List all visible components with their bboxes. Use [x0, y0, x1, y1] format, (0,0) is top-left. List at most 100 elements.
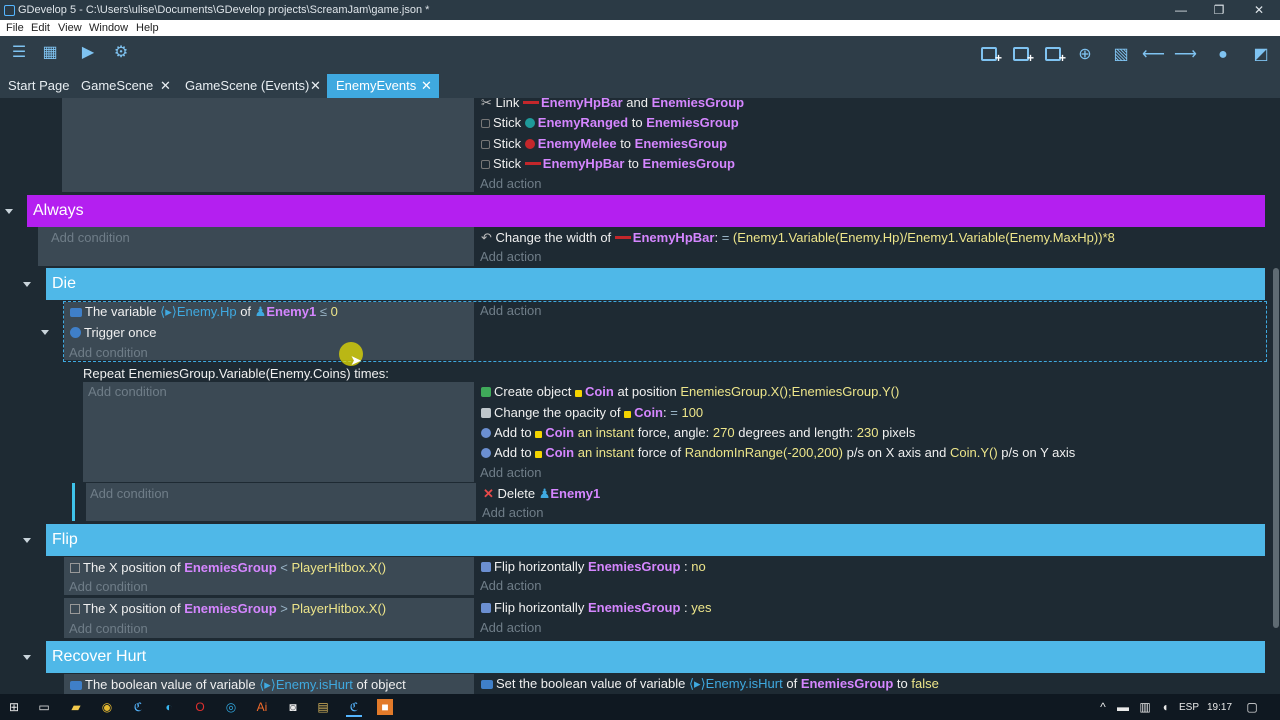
add-action-link[interactable]: Add action [480, 176, 541, 191]
settings-icon[interactable]: ◩ [1250, 44, 1272, 66]
delete-selection-icon[interactable]: ▧ [1110, 44, 1132, 66]
menu-window[interactable]: Window [89, 22, 128, 34]
windows-start-icon[interactable]: ⊞ [6, 699, 22, 715]
title-bar: GDevelop 5 - C:\Users\ulise\Documents\GD… [0, 0, 1280, 20]
add-sub-event-icon[interactable]: + [1010, 44, 1034, 66]
add-condition-link[interactable]: Add condition [51, 230, 130, 245]
menu-bar: File Edit View Window Help [0, 20, 1280, 36]
window-title: GDevelop 5 - C:\Users\ulise\Documents\GD… [18, 4, 430, 16]
condition-x-less[interactable]: The X position of EnemiesGroup < PlayerH… [70, 560, 386, 575]
chrome-icon[interactable]: ◉ [99, 699, 115, 715]
menu-view[interactable]: View [58, 22, 82, 34]
group-always[interactable]: Always [27, 195, 1265, 227]
gdevelop-app-icon [4, 5, 15, 16]
add-condition-link[interactable]: Add condition [69, 345, 148, 360]
scene-editor-icon[interactable]: ▦ [37, 42, 63, 68]
add-action-link[interactable]: Add action [482, 505, 543, 520]
action-change-opacity[interactable]: Change the opacity of Coin: = 100 [481, 405, 703, 420]
taskbar: ⊞ ▭ ▰ ◉ ℭ ◐ O ◎ Ai ◙ ▤ ℭ ■ ^ ▬ ▥ ◖ ESP 1… [0, 694, 1280, 720]
edge-icon[interactable]: ◐ [161, 699, 177, 715]
tab-gamescene-events[interactable]: GameScene (Events) [185, 74, 309, 98]
action-stick-hpbar[interactable]: Stick EnemyHpBar to EnemiesGroup [481, 156, 735, 171]
add-action-link[interactable]: Add action [480, 249, 541, 264]
discord-icon[interactable]: ◙ [285, 699, 301, 715]
group-recover-hurt[interactable]: Recover Hurt [46, 641, 1265, 673]
clock[interactable]: 19:17 [1207, 702, 1232, 713]
close-tab-enemyevents-icon[interactable]: ✕ [421, 74, 432, 98]
add-other-event-icon[interactable]: + [1042, 44, 1066, 66]
action-stick-ranged[interactable]: Stick EnemyRanged to EnemiesGroup [481, 115, 739, 130]
action-add-force-xy[interactable]: Add to Coin an instant force of RandomIn… [481, 445, 1075, 460]
network-icon[interactable]: ▥ [1137, 699, 1153, 715]
project-manager-icon[interactable]: ☰ [6, 42, 32, 68]
preview-play-icon[interactable]: ▶ [75, 42, 101, 68]
vertical-scrollbar[interactable] [1272, 98, 1280, 694]
volume-icon[interactable]: ◖ [1157, 699, 1173, 715]
cortana-icon[interactable]: ◎ [223, 699, 239, 715]
collapse-always-icon[interactable] [5, 209, 13, 214]
action-stick-melee[interactable]: Stick EnemyMelee to EnemiesGroup [481, 136, 727, 151]
events-sheet: ✂ Link EnemyHpBar and EnemiesGroup Stick… [0, 98, 1280, 694]
search-icon[interactable]: ● [1212, 44, 1234, 66]
menu-file[interactable]: File [6, 22, 24, 34]
battery-icon[interactable]: ▬ [1115, 699, 1131, 715]
action-flip-yes[interactable]: Flip horizontally EnemiesGroup : yes [481, 600, 712, 615]
condition-boolean-ishurt[interactable]: The boolean value of variable ⟨▸⟩Enemy.i… [70, 677, 406, 693]
scrollbar-thumb[interactable] [1273, 268, 1279, 628]
task-view-icon[interactable]: ▭ [36, 699, 52, 715]
collapse-die-icon[interactable] [23, 282, 31, 287]
collapse-subevents-icon[interactable] [41, 330, 49, 335]
toolbar: ☰ ▦ ▶ ⚙ + + + ⊕ ▧ ⟵ ⟶ ● ◩ [0, 36, 1280, 74]
add-condition-link[interactable]: Add condition [69, 621, 148, 636]
condition-variable-hp[interactable]: The variable ⟨▸⟩Enemy.Hp of ♟Enemy1 ≤ 0 [70, 304, 338, 320]
add-plus-icon[interactable]: ⊕ [1074, 44, 1096, 66]
minimize-button[interactable]: — [1162, 0, 1200, 20]
tab-bar: Start Page GameScene ✕ GameScene (Events… [0, 74, 1280, 98]
group-die[interactable]: Die [46, 268, 1265, 300]
menu-help[interactable]: Help [136, 22, 159, 34]
close-tab-gamescene-events-icon[interactable]: ✕ [310, 74, 321, 98]
condition-x-greater[interactable]: The X position of EnemiesGroup > PlayerH… [70, 601, 386, 616]
action-create-coin[interactable]: Create object Coin at position EnemiesGr… [481, 384, 899, 399]
file-explorer-icon[interactable]: ▰ [68, 699, 84, 715]
close-tab-gamescene-icon[interactable]: ✕ [160, 74, 171, 98]
add-action-link[interactable]: Add action [480, 578, 541, 593]
add-event-icon[interactable]: + [978, 44, 1002, 66]
add-condition-link[interactable]: Add condition [88, 384, 167, 399]
condition-trigger-once[interactable]: Trigger once [70, 325, 157, 340]
tab-enemyevents[interactable]: EnemyEvents ✕ [327, 74, 439, 98]
opera-icon[interactable]: O [192, 699, 208, 715]
condition-panel[interactable] [62, 98, 474, 192]
gdevelop-taskbar-icon[interactable]: ℭ [130, 699, 146, 715]
add-action-link[interactable]: Add action [480, 620, 541, 635]
collapse-flip-icon[interactable] [23, 538, 31, 543]
show-hidden-icons[interactable]: ^ [1095, 699, 1111, 715]
action-flip-no[interactable]: Flip horizontally EnemiesGroup : no [481, 559, 706, 574]
action-change-width[interactable]: ↶ Change the width of EnemyHpBar: = (Ene… [481, 230, 1115, 246]
action-link[interactable]: ✂ Link EnemyHpBar and EnemiesGroup [481, 98, 744, 111]
notifications-icon[interactable]: ▢ [1244, 699, 1260, 715]
add-condition-link[interactable]: Add condition [69, 579, 148, 594]
restore-button[interactable]: ❐ [1200, 0, 1238, 20]
tab-start-page[interactable]: Start Page [8, 74, 69, 98]
app-icon[interactable]: ▤ [315, 699, 331, 715]
language-indicator[interactable]: ESP [1179, 702, 1199, 713]
add-condition-link[interactable]: Add condition [90, 486, 169, 501]
add-action-link[interactable]: Add action [480, 303, 541, 318]
debug-icon[interactable]: ⚙ [108, 42, 134, 68]
tab-gamescene[interactable]: GameScene [81, 74, 153, 98]
redo-icon[interactable]: ⟶ [1174, 44, 1197, 66]
action-add-force-angle[interactable]: Add to Coin an instant force, angle: 270… [481, 425, 915, 440]
action-delete-enemy[interactable]: ✕ Delete ♟Enemy1 [483, 486, 600, 502]
repeat-header[interactable]: Repeat EnemiesGroup.Variable(Enemy.Coins… [83, 366, 389, 381]
recording-app-icon[interactable]: ■ [377, 699, 393, 715]
action-set-boolean[interactable]: Set the boolean value of variable ⟨▸⟩Ene… [481, 676, 939, 692]
menu-edit[interactable]: Edit [31, 22, 50, 34]
group-flip[interactable]: Flip [46, 524, 1265, 556]
undo-icon[interactable]: ⟵ [1142, 44, 1165, 66]
close-window-button[interactable]: ✕ [1240, 0, 1278, 20]
add-action-link[interactable]: Add action [480, 465, 541, 480]
illustrator-icon[interactable]: Ai [254, 699, 270, 715]
gdevelop-active-icon[interactable]: ℭ [346, 699, 362, 717]
collapse-recover-icon[interactable] [23, 655, 31, 660]
